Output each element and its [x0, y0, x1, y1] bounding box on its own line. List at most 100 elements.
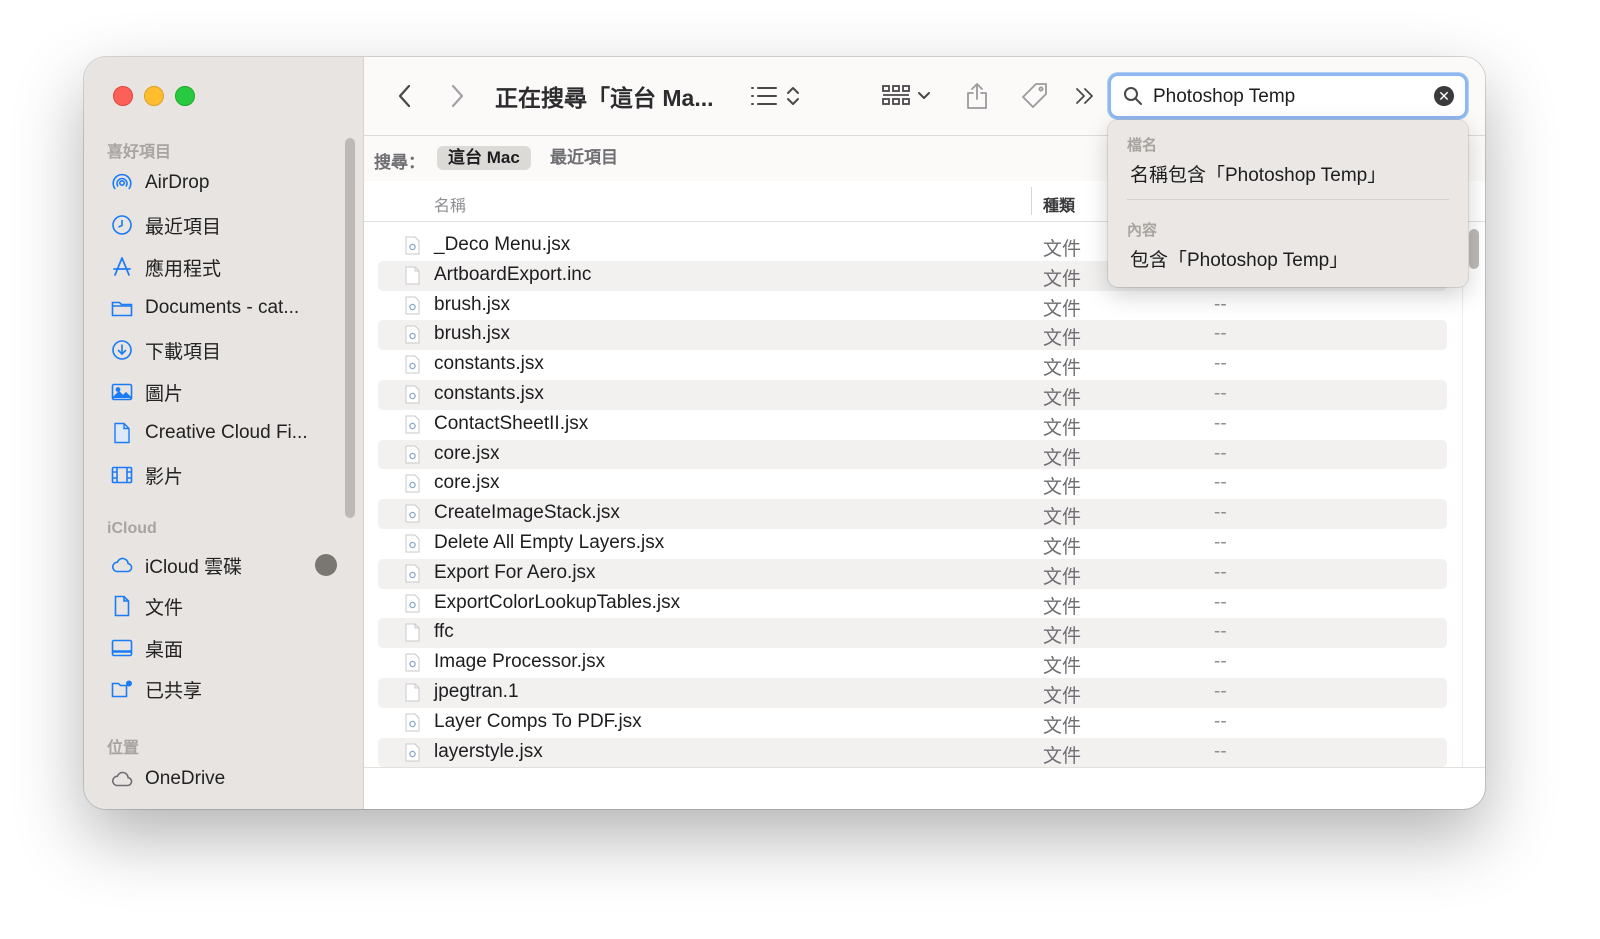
- script-file-icon: [405, 504, 420, 523]
- script-file-icon: [405, 445, 420, 464]
- sidebar-item-label: 圖片: [145, 383, 184, 405]
- table-row[interactable]: ContactSheetII.jsx 文件 --: [378, 410, 1447, 440]
- view-options-button[interactable]: [745, 81, 805, 111]
- file-size: --: [1214, 472, 1227, 494]
- table-row[interactable]: Delete All Empty Layers.jsx 文件 --: [378, 529, 1447, 559]
- film-icon: [109, 462, 135, 488]
- sidebar-item-icloud-drive[interactable]: iCloud 雲碟: [109, 547, 339, 583]
- suggestion-filename-contains[interactable]: 名稱包含「Photoshop Temp」: [1130, 160, 1386, 187]
- sidebar-item-applications[interactable]: 應用程式: [109, 249, 339, 285]
- close-button[interactable]: [113, 86, 133, 106]
- table-row[interactable]: constants.jsx 文件 --: [378, 350, 1447, 380]
- table-row[interactable]: Image Processor.jsx 文件 --: [378, 648, 1447, 678]
- column-header-kind[interactable]: 種類: [1043, 192, 1075, 216]
- chevron-double-right-icon: [1076, 88, 1093, 104]
- zoom-button[interactable]: [175, 86, 195, 106]
- sidebar-scrollbar[interactable]: [345, 138, 355, 518]
- file-kind: 文件: [1043, 447, 1082, 469]
- sidebar-item-label: 影片: [145, 466, 184, 488]
- sidebar-item-label: Documents - cat...: [145, 297, 300, 318]
- clear-search-icon[interactable]: ✕: [1434, 86, 1454, 106]
- sidebar-item-label: 應用程式: [145, 258, 222, 280]
- folder-icon: [109, 295, 135, 321]
- search-input[interactable]: [1151, 82, 1425, 112]
- file-name: jpegtran.1: [434, 680, 519, 702]
- suggestion-section-filename: 檔名: [1127, 137, 1158, 154]
- file-size: --: [1214, 353, 1227, 375]
- sidebar-item-pictures[interactable]: 圖片: [109, 374, 339, 410]
- scope-this-mac[interactable]: 這台 Mac: [437, 146, 531, 170]
- file-size: --: [1214, 591, 1227, 613]
- tag-button[interactable]: [1020, 81, 1050, 111]
- script-file-icon: [405, 355, 420, 374]
- sidebar-item-movies[interactable]: 影片: [109, 457, 339, 493]
- cloud-icon: [109, 552, 135, 578]
- sidebar-item-desktop[interactable]: 桌面: [109, 630, 339, 666]
- table-row[interactable]: constants.jsx 文件 --: [378, 379, 1447, 410]
- file-size: --: [1214, 531, 1227, 553]
- table-row[interactable]: CreateImageStack.jsx 文件 --: [378, 499, 1447, 529]
- group-button[interactable]: [877, 81, 935, 111]
- list-view-icon: [751, 87, 777, 105]
- file-size: --: [1214, 710, 1227, 732]
- back-button[interactable]: [392, 81, 418, 111]
- table-row[interactable]: brush.jsx 文件 --: [378, 291, 1447, 321]
- table-row[interactable]: jpegtran.1 文件 --: [378, 677, 1447, 708]
- suggestion-content-contains[interactable]: 包含「Photoshop Temp」: [1130, 245, 1348, 272]
- file-kind: 文件: [1043, 566, 1082, 588]
- share-button[interactable]: [964, 81, 990, 111]
- more-toolbar-button[interactable]: [1072, 81, 1098, 111]
- file-name: CreateImageStack.jsx: [434, 502, 620, 524]
- photo-icon: [109, 379, 135, 405]
- cloud-icon: [109, 766, 135, 792]
- sidebar-item-downloads[interactable]: 下載項目: [109, 332, 339, 368]
- search-field[interactable]: ✕: [1108, 73, 1468, 119]
- table-row[interactable]: Layer Comps To PDF.jsx 文件 --: [378, 708, 1447, 738]
- sidebar-section-icloud: iCloud: [107, 520, 157, 537]
- file-name: ArtboardExport.inc: [434, 263, 592, 285]
- table-row[interactable]: Export For Aero.jsx 文件 --: [378, 558, 1447, 589]
- table-row[interactable]: core.jsx 文件 --: [378, 439, 1447, 470]
- script-file-icon: [405, 474, 420, 493]
- sidebar-item-creative-cloud[interactable]: Creative Cloud Fi...: [109, 415, 339, 451]
- file-size: --: [1214, 561, 1227, 583]
- sync-progress-icon: [315, 554, 337, 576]
- file-name: Export For Aero.jsx: [434, 561, 596, 583]
- finder-window: 喜好項目 AirDrop 最近項目 應用程式 Documents - cat..…: [84, 57, 1485, 809]
- traffic-lights: [113, 86, 195, 106]
- file-kind: 文件: [1043, 685, 1082, 707]
- script-file-icon: [405, 415, 420, 434]
- minimize-button[interactable]: [144, 86, 164, 106]
- file-list: _Deco Menu.jsx 文件 ArtboardExport.inc 文件 brus…: [378, 231, 1447, 768]
- list-scrollbar[interactable]: [1469, 229, 1479, 269]
- group-grid-icon: [882, 85, 910, 105]
- sidebar-item-shared[interactable]: 已共享: [109, 671, 339, 707]
- table-row[interactable]: ffc 文件 --: [378, 618, 1447, 649]
- script-file-icon: [405, 296, 420, 315]
- sidebar-item-documents[interactable]: Documents - cat...: [109, 290, 339, 326]
- file-kind: 文件: [1043, 387, 1082, 409]
- sidebar-section-favorites: 喜好項目: [107, 144, 172, 161]
- sidebar-item-icloud-documents[interactable]: 文件: [109, 588, 339, 624]
- sidebar: 喜好項目 AirDrop 最近項目 應用程式 Documents - cat..…: [84, 57, 364, 809]
- tag-icon: [1022, 83, 1047, 108]
- suggestion-divider: [1127, 199, 1449, 200]
- table-row[interactable]: layerstyle.jsx 文件 --: [378, 737, 1447, 768]
- sidebar-item-airdrop[interactable]: AirDrop: [109, 165, 339, 201]
- scope-recents[interactable]: 最近項目: [539, 146, 629, 170]
- sidebar-item-recents[interactable]: 最近項目: [109, 207, 339, 243]
- table-row[interactable]: core.jsx 文件 --: [378, 469, 1447, 499]
- table-row[interactable]: ExportColorLookupTables.jsx 文件 --: [378, 589, 1447, 619]
- file-name: constants.jsx: [434, 382, 544, 404]
- sidebar-item-label: iCloud 雲碟: [145, 556, 243, 578]
- sidebar-item-onedrive[interactable]: OneDrive: [109, 761, 339, 797]
- forward-button[interactable]: [444, 81, 470, 111]
- column-divider[interactable]: [1031, 187, 1032, 215]
- search-icon: [1124, 87, 1142, 105]
- column-header-name[interactable]: 名稱: [434, 192, 466, 216]
- table-row[interactable]: brush.jsx 文件 --: [378, 320, 1447, 351]
- file-kind: 文件: [1043, 358, 1082, 380]
- chevron-left-icon: [398, 84, 411, 108]
- sidebar-item-label: 下載項目: [145, 341, 222, 363]
- file-kind: 文件: [1043, 656, 1082, 678]
